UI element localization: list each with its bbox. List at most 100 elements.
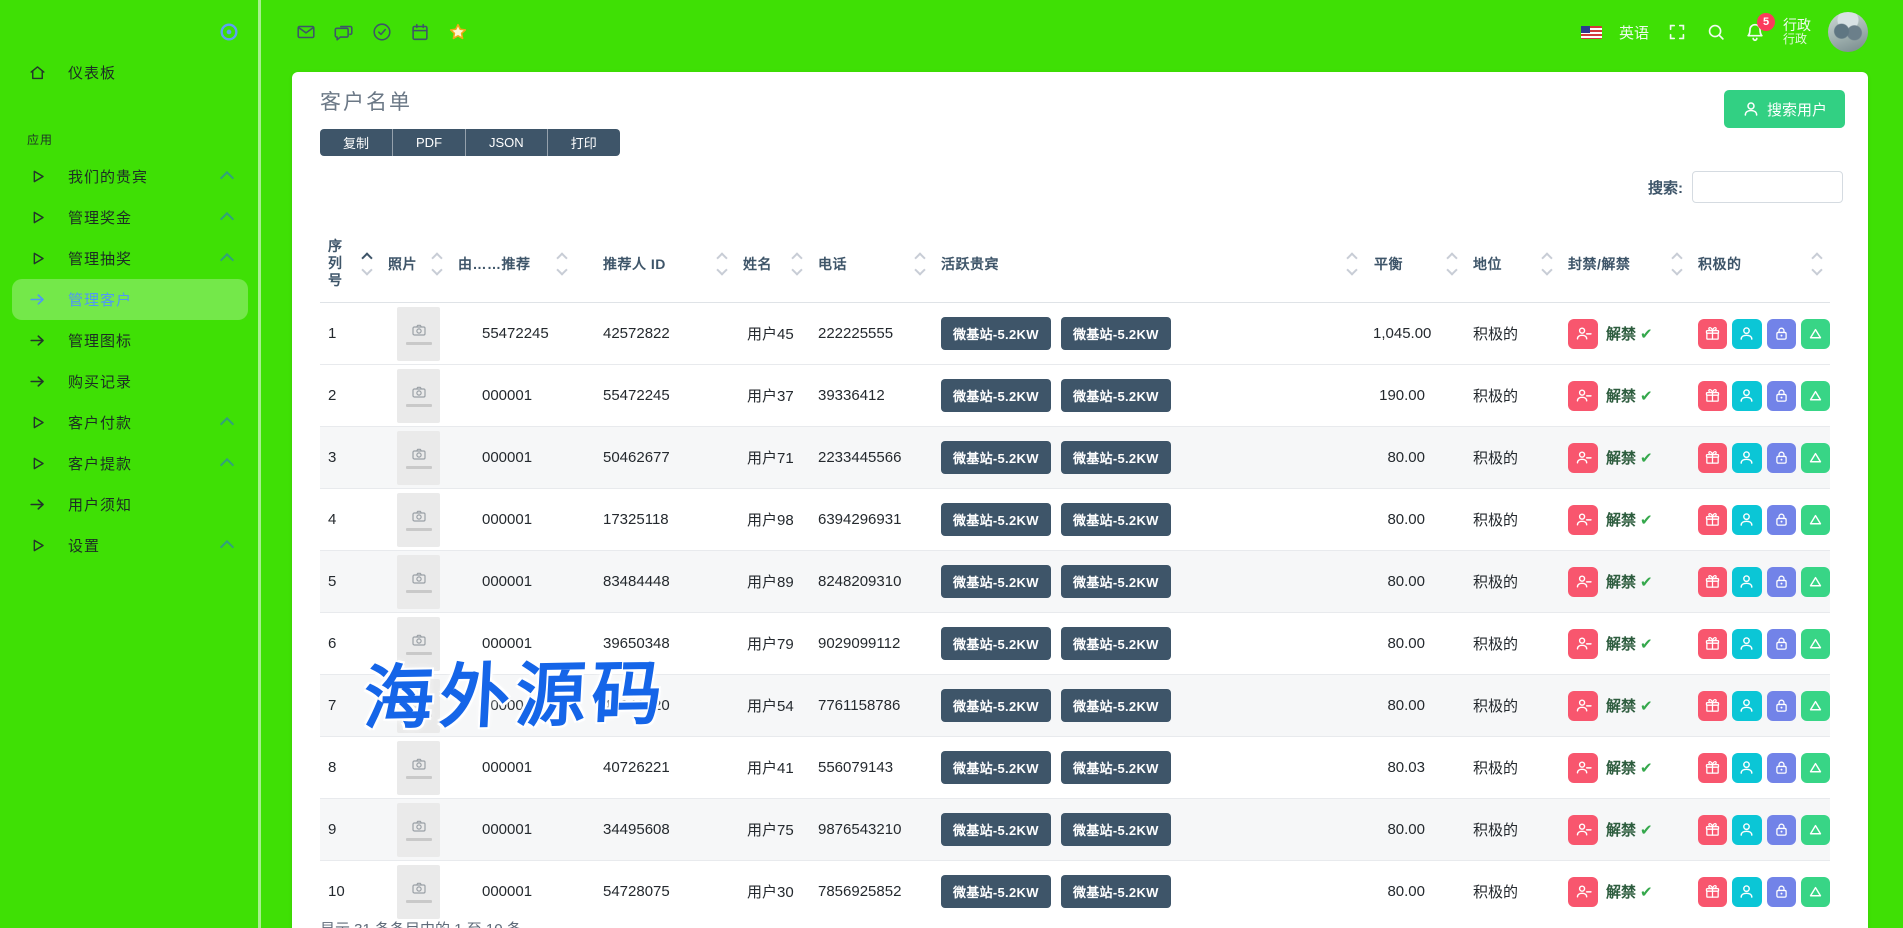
bonus-button[interactable] [1698, 443, 1727, 473]
profile-button[interactable] [1732, 753, 1761, 783]
bonus-button[interactable] [1698, 567, 1727, 597]
sidebar-item-manage-customers[interactable]: 管理客户 [12, 279, 248, 320]
profile-button[interactable] [1732, 319, 1761, 349]
notifications[interactable]: 5 [1744, 21, 1766, 43]
lock-button[interactable] [1767, 753, 1796, 783]
fullscreen-icon[interactable] [1666, 21, 1688, 43]
upgrade-button[interactable] [1801, 753, 1830, 783]
lock-button[interactable] [1767, 815, 1796, 845]
upgrade-button[interactable] [1801, 815, 1830, 845]
lock-button[interactable] [1767, 381, 1796, 411]
lock-button[interactable] [1767, 505, 1796, 535]
ban-user-button[interactable] [1568, 567, 1598, 597]
bonus-button[interactable] [1698, 691, 1727, 721]
table-body: 1 55472245 42572822 用户45 222225555 微基站-5… [320, 303, 1830, 923]
avatar[interactable] [1828, 12, 1868, 52]
lock-button[interactable] [1767, 443, 1796, 473]
upgrade-button[interactable] [1801, 443, 1830, 473]
sidebar-item-our-vips[interactable]: 我们的贵宾 [0, 156, 258, 197]
bonus-button[interactable] [1698, 877, 1727, 907]
star-icon[interactable] [447, 21, 469, 43]
json-button[interactable]: JSON [466, 129, 548, 156]
bonus-button[interactable] [1698, 319, 1727, 349]
upgrade-button[interactable] [1801, 319, 1830, 349]
bonus-button[interactable] [1698, 629, 1727, 659]
status-cell: 积极的 [1465, 799, 1560, 861]
sidebar-item-customer-withdrawals[interactable]: 客户提款 [0, 443, 258, 484]
bonus-button[interactable] [1698, 381, 1727, 411]
camera-icon [411, 322, 427, 338]
sidebar-toggle-icon[interactable] [218, 21, 240, 43]
ban-user-button[interactable] [1568, 443, 1598, 473]
ban-user-button[interactable] [1568, 319, 1598, 349]
check-circle-icon[interactable] [371, 21, 393, 43]
column-header-name[interactable]: 姓名 [735, 225, 810, 303]
print-button[interactable]: 打印 [548, 129, 620, 156]
sidebar-item-label: 客户提款 [68, 453, 132, 474]
upgrade-button[interactable] [1801, 691, 1830, 721]
profile-button[interactable] [1732, 567, 1761, 597]
bonus-button[interactable] [1698, 753, 1727, 783]
copy-button[interactable]: 复制 [320, 129, 393, 156]
sidebar-item-purchase-records[interactable]: 购买记录 [0, 361, 258, 402]
mail-icon[interactable] [295, 21, 317, 43]
user-minus-icon [1575, 883, 1592, 900]
ban-user-button[interactable] [1568, 629, 1598, 659]
sidebar-item-manage-lottery[interactable]: 管理抽奖 [0, 238, 258, 279]
column-header-active-vip[interactable]: 活跃贵宾 [933, 225, 1365, 303]
bonus-button[interactable] [1698, 815, 1727, 845]
upgrade-button[interactable] [1801, 629, 1830, 659]
ban-user-button[interactable] [1568, 691, 1598, 721]
photo-caption [406, 528, 432, 531]
profile-button[interactable] [1732, 381, 1761, 411]
upgrade-button[interactable] [1801, 567, 1830, 597]
column-header-serial[interactable]: 序列号 [320, 225, 380, 303]
calendar-icon[interactable] [409, 21, 431, 43]
sidebar-item-settings[interactable]: 设置 [0, 525, 258, 566]
profile-button[interactable] [1732, 877, 1761, 907]
sidebar-item-customer-payments[interactable]: 客户付款 [0, 402, 258, 443]
column-header-status[interactable]: 地位 [1465, 225, 1560, 303]
lock-button[interactable] [1767, 877, 1796, 907]
ban-user-button[interactable] [1568, 381, 1598, 411]
upgrade-button[interactable] [1801, 505, 1830, 535]
lock-button[interactable] [1767, 319, 1796, 349]
profile-button[interactable] [1732, 691, 1761, 721]
column-header-balance[interactable]: 平衡 [1365, 225, 1465, 303]
upgrade-button[interactable] [1801, 877, 1830, 907]
profile-button[interactable] [1732, 815, 1761, 845]
sidebar-item-user-notice[interactable]: 用户须知 [0, 484, 258, 525]
column-header-ban-unban[interactable]: 封禁/解禁 [1560, 225, 1690, 303]
gift-icon [1704, 573, 1721, 590]
ban-user-button[interactable] [1568, 753, 1598, 783]
profile-button[interactable] [1732, 629, 1761, 659]
pdf-button[interactable]: PDF [393, 129, 466, 156]
search-icon[interactable] [1705, 21, 1727, 43]
column-header-photo[interactable]: 照片 [380, 225, 450, 303]
referred-by-cell: 000001 [450, 365, 575, 427]
actions-cell [1690, 675, 1830, 737]
phone-cell: 9876543210 [810, 799, 933, 861]
sidebar-item-manage-icons[interactable]: 管理图标 [0, 320, 258, 361]
vip-badge: 微基站-5.2KW [941, 751, 1051, 784]
column-header-actions[interactable]: 积极的 [1690, 225, 1830, 303]
sidebar-item-manage-bonus[interactable]: 管理奖金 [0, 197, 258, 238]
lock-button[interactable] [1767, 629, 1796, 659]
column-header-referrer-id[interactable]: 推荐人 ID [575, 225, 735, 303]
ban-user-button[interactable] [1568, 877, 1598, 907]
search-user-button[interactable]: 搜索用户 [1724, 90, 1845, 128]
search-input[interactable] [1692, 171, 1843, 203]
lock-button[interactable] [1767, 691, 1796, 721]
chat-icon[interactable] [333, 21, 355, 43]
column-header-referred-by[interactable]: 由……推荐 [450, 225, 575, 303]
bonus-button[interactable] [1698, 505, 1727, 535]
ban-user-button[interactable] [1568, 505, 1598, 535]
ban-user-button[interactable] [1568, 815, 1598, 845]
profile-button[interactable] [1732, 505, 1761, 535]
sidebar-item-dashboard[interactable]: 仪表板 [0, 52, 258, 93]
language-selector[interactable]: 英语 [1619, 22, 1649, 43]
profile-button[interactable] [1732, 443, 1761, 473]
upgrade-button[interactable] [1801, 381, 1830, 411]
lock-button[interactable] [1767, 567, 1796, 597]
column-header-phone[interactable]: 电话 [810, 225, 933, 303]
